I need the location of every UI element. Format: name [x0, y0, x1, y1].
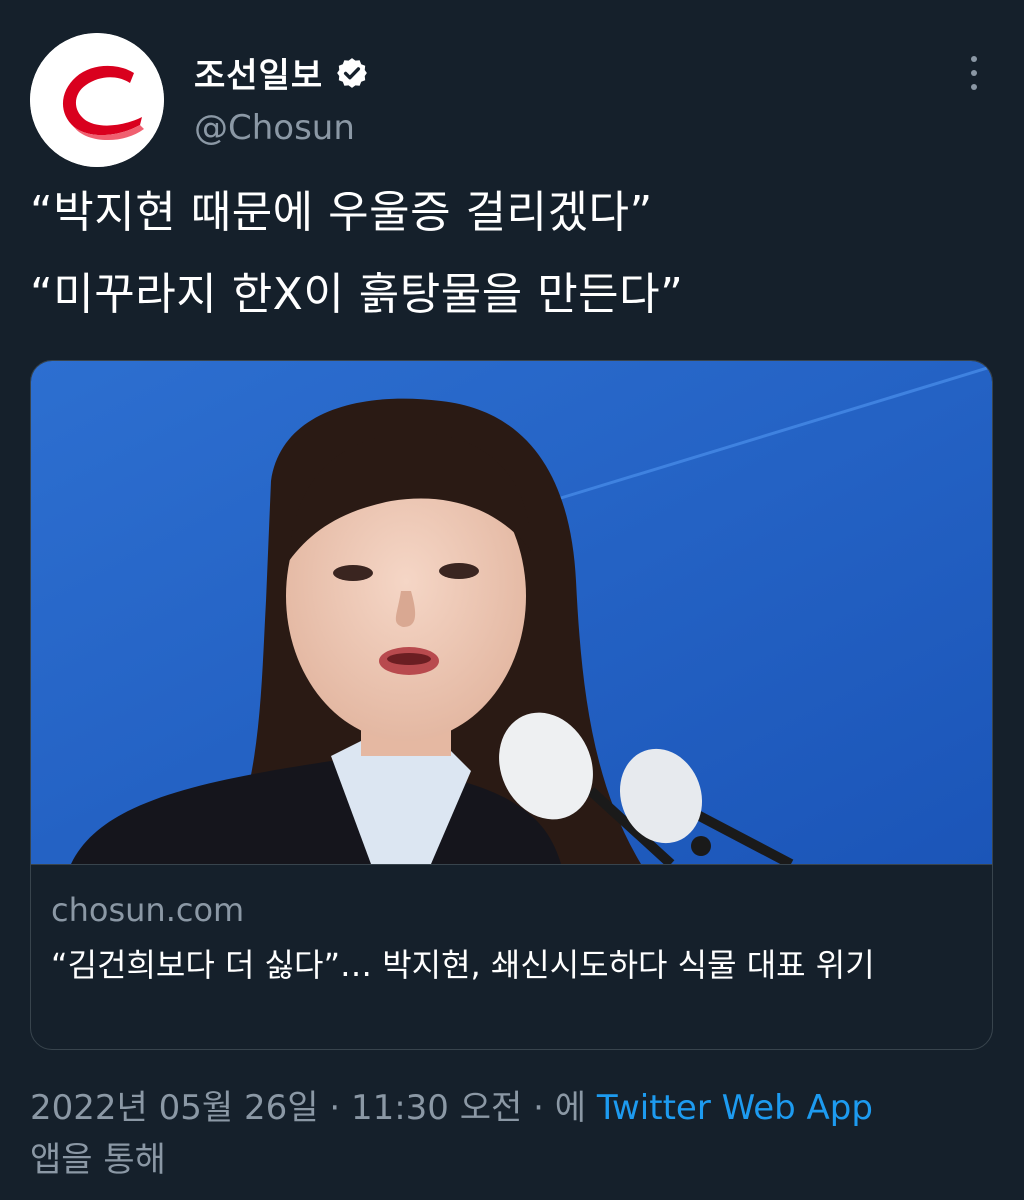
author-name-row: 조선일보 — [194, 48, 369, 97]
meta-separator: · — [318, 1088, 351, 1128]
meta-separator: · — [522, 1088, 555, 1128]
via-prefix: 에 — [554, 1088, 597, 1128]
tweet-text: “박지현 때문에 우울증 걸리겠다” “미꾸라지 한X이 흙탕물을 만든다” — [30, 172, 990, 336]
via-suffix: 앱을 통해 — [30, 1140, 166, 1180]
tweet-meta: 2022년 05월 26일 · 11:30 오전 · 에 Twitter Web… — [30, 1082, 990, 1186]
source-app-link[interactable]: Twitter Web App — [597, 1088, 873, 1128]
verified-badge-icon — [337, 57, 367, 88]
tweet-date[interactable]: 2022년 05월 26일 — [30, 1088, 319, 1128]
avatar[interactable] — [30, 33, 164, 167]
article-photo — [31, 361, 992, 864]
tweet-time[interactable]: 11:30 오전 — [351, 1088, 522, 1128]
tweet-detail: 조선일보 @Chosun “박지현 때문에 우울증 걸리겠다” “미꾸라지 한X… — [0, 0, 1024, 1200]
chosun-logo-icon — [30, 33, 164, 167]
tweet-text-line: “미꾸라지 한X이 흙탕물을 만든다” — [30, 269, 684, 320]
display-name[interactable]: 조선일보 — [194, 48, 323, 97]
author-handle[interactable]: @Chosun — [194, 108, 355, 148]
link-card[interactable]: chosun.com “김건희보다 더 싫다”… 박지현, 쇄신시도하다 식물 … — [30, 360, 993, 1050]
more-options-icon[interactable] — [962, 52, 986, 94]
tweet-text-line: “박지현 때문에 우울증 걸리겠다” — [30, 187, 653, 238]
card-image[interactable] — [31, 361, 992, 865]
card-domain: chosun.com — [51, 891, 245, 929]
card-title: “김건희보다 더 싫다”… 박지현, 쇄신시도하다 식물 대표 위기 — [51, 946, 875, 984]
